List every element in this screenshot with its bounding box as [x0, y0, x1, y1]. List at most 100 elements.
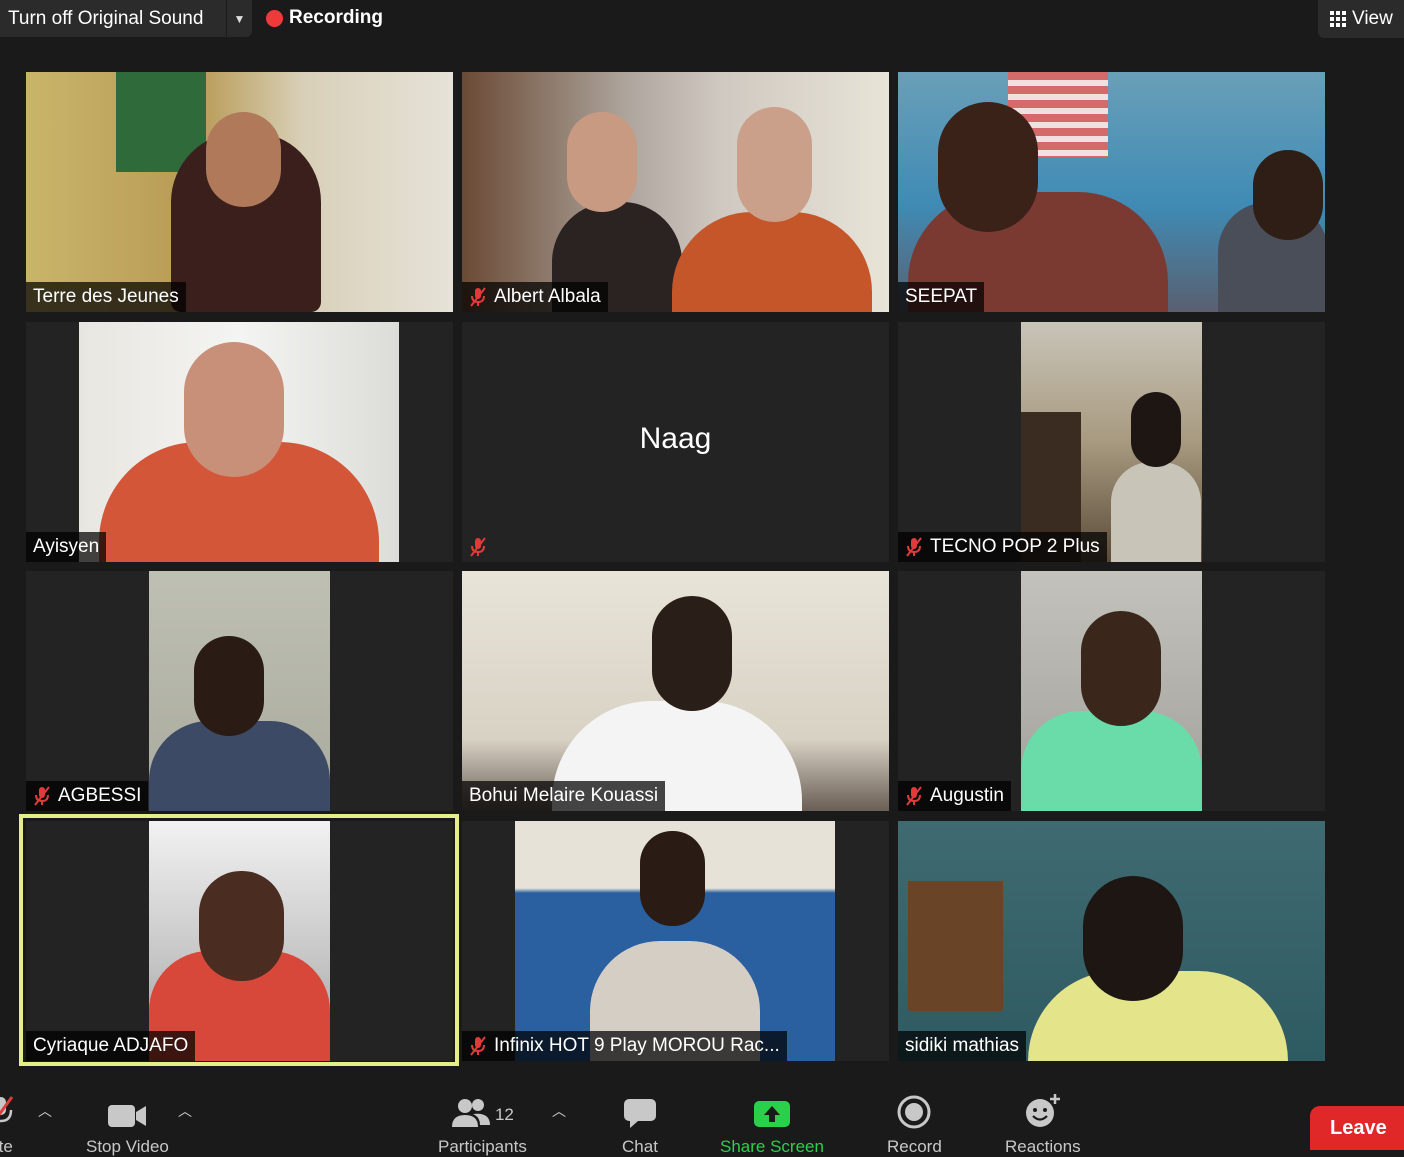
- person-silhouette: [149, 721, 330, 811]
- chat-label: Chat: [622, 1137, 658, 1156]
- participant-video: [149, 571, 330, 811]
- meeting-top-bar: Turn off Original Sound ▼ Recording View: [0, 0, 1404, 38]
- meeting-toolbar: ute ︿ Stop Video ︿ 12 Participants ︿ Cha…: [0, 1085, 1404, 1156]
- participant-tile[interactable]: TECNO POP 2 Plus: [898, 322, 1325, 562]
- participant-video: [898, 72, 1325, 312]
- participant-name-tag: Bohui Melaire Kouassi: [462, 781, 666, 811]
- participant-name: sidiki mathias: [905, 1035, 1020, 1056]
- share-screen-label: Share Screen: [720, 1137, 824, 1156]
- participant-name-tag: Augustin: [898, 781, 1011, 811]
- participant-tile[interactable]: Augustin: [898, 571, 1325, 811]
- person-face: [1081, 611, 1161, 726]
- person-face: [1131, 392, 1181, 467]
- record-label: Record: [887, 1137, 942, 1156]
- muted-mic-icon: [469, 537, 487, 557]
- chevron-down-icon[interactable]: ▼: [226, 0, 252, 37]
- participant-tile[interactable]: Albert Albala: [462, 72, 889, 312]
- person-face: [1253, 150, 1323, 240]
- participant-name: Augustin: [930, 785, 1004, 806]
- person-face: [737, 107, 812, 222]
- participant-name-tag: Albert Albala: [462, 282, 608, 312]
- record-dot-icon: [266, 9, 283, 27]
- participant-name: Bohui Melaire Kouassi: [469, 785, 659, 806]
- mute-button[interactable]: ute: [0, 1093, 16, 1157]
- participant-tile[interactable]: Infinix HOT 9 Play MOROU Rac...: [462, 821, 889, 1061]
- participant-name-tag: Infinix HOT 9 Play MOROU Rac...: [462, 1031, 787, 1061]
- stop-video-label: Stop Video: [86, 1137, 169, 1156]
- view-button[interactable]: View: [1318, 0, 1404, 38]
- participant-name-tag: Terre des Jeunes: [26, 282, 186, 312]
- chevron-up-icon[interactable]: ︿: [178, 1101, 192, 1121]
- grid-icon: [1330, 11, 1346, 27]
- mute-label: ute: [0, 1137, 13, 1156]
- participant-name: Terre des Jeunes: [33, 286, 179, 307]
- person-face: [567, 112, 637, 212]
- muted-mic-icon: [469, 287, 487, 307]
- participant-name: Albert Albala: [494, 286, 601, 307]
- muted-mic-icon: [905, 537, 923, 557]
- participant-video: [79, 322, 399, 562]
- wooden-cabinet: [908, 881, 1003, 1011]
- participant-name-tag: SEEPAT: [898, 282, 985, 312]
- participant-video: [898, 821, 1325, 1061]
- participant-name-tag: Ayisyen: [26, 532, 107, 562]
- participant-video: [1021, 322, 1202, 562]
- person-face: [1083, 876, 1183, 1001]
- participant-tile[interactable]: Naag: [462, 322, 889, 562]
- recording-indicator[interactable]: Recording: [258, 0, 391, 36]
- participant-name: TECNO POP 2 Plus: [930, 536, 1100, 557]
- chevron-up-icon[interactable]: ︿: [552, 1101, 566, 1121]
- person-silhouette: [1111, 462, 1201, 562]
- participant-name-tag: [462, 532, 494, 562]
- chevron-up-icon[interactable]: ︿: [38, 1101, 52, 1121]
- participant-video: [462, 571, 889, 811]
- person-silhouette: [672, 212, 872, 312]
- active-speaker-border: [19, 814, 459, 1066]
- person-face: [652, 596, 732, 711]
- participant-name: Ayisyen: [33, 536, 100, 557]
- reactions-label: Reactions: [1005, 1137, 1081, 1156]
- participant-tile[interactable]: AGBESSI: [26, 571, 453, 811]
- share-screen-button[interactable]: Share Screen: [720, 1093, 824, 1157]
- share-screen-icon: [753, 1093, 791, 1129]
- muted-mic-icon: [905, 786, 923, 806]
- muted-mic-icon: [469, 1036, 487, 1056]
- participant-video: [1021, 571, 1202, 811]
- chat-button[interactable]: Chat: [622, 1093, 658, 1157]
- participant-tile[interactable]: SEEPAT: [898, 72, 1325, 312]
- recording-label: Recording: [289, 7, 383, 28]
- participant-name-tag: AGBESSI: [26, 781, 149, 811]
- record-button[interactable]: Record: [887, 1093, 942, 1157]
- participants-icon: 12: [451, 1093, 514, 1129]
- participant-display-name: Naag: [639, 422, 712, 455]
- participant-tile[interactable]: sidiki mathias: [898, 821, 1325, 1061]
- participants-count: 12: [494, 1105, 514, 1124]
- person-face: [640, 831, 705, 926]
- participant-video: [515, 821, 835, 1061]
- smiley-plus-icon: [1024, 1093, 1062, 1129]
- person-face: [184, 342, 284, 477]
- record-icon: [897, 1093, 931, 1129]
- participant-video: [26, 72, 453, 312]
- chat-icon: [622, 1093, 658, 1129]
- participant-tile[interactable]: Bohui Melaire Kouassi: [462, 571, 889, 811]
- participant-tile[interactable]: Terre des Jeunes: [26, 72, 453, 312]
- stop-video-button[interactable]: Stop Video: [86, 1093, 169, 1157]
- participant-name-tag: sidiki mathias: [898, 1031, 1027, 1061]
- original-sound-control[interactable]: Turn off Original Sound ▼: [0, 0, 252, 37]
- leave-button[interactable]: Leave: [1310, 1106, 1404, 1150]
- microphone-icon: [0, 1093, 16, 1129]
- participant-video: [462, 72, 889, 312]
- muted-mic-icon: [33, 786, 51, 806]
- original-sound-button[interactable]: Turn off Original Sound: [0, 8, 226, 30]
- reactions-button[interactable]: Reactions: [1005, 1093, 1081, 1157]
- participant-name: SEEPAT: [905, 286, 978, 307]
- person-silhouette: [1021, 711, 1202, 811]
- view-label: View: [1352, 8, 1393, 29]
- participants-label: Participants: [438, 1137, 527, 1156]
- participants-button[interactable]: 12 Participants: [438, 1093, 527, 1157]
- participant-name-tag: TECNO POP 2 Plus: [898, 532, 1107, 562]
- video-camera-icon: [107, 1093, 147, 1129]
- participant-tile[interactable]: Ayisyen: [26, 322, 453, 562]
- person-face: [206, 112, 281, 207]
